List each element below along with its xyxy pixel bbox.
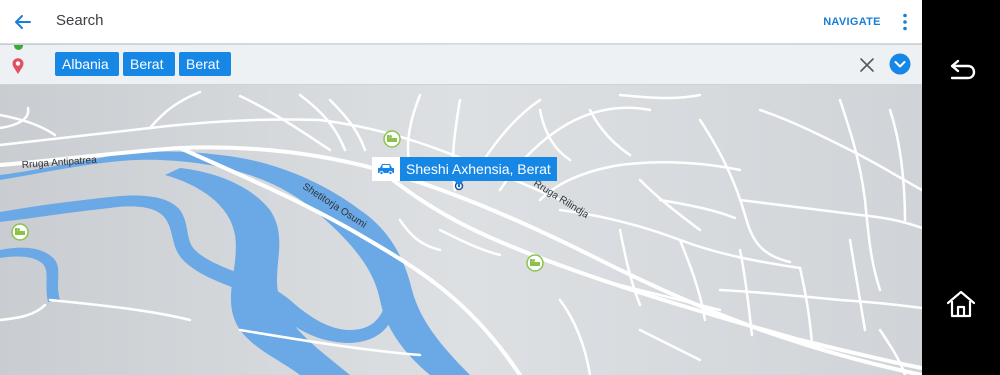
- poi-hotel-icon[interactable]: [11, 223, 29, 241]
- more-vert-icon[interactable]: [896, 10, 914, 34]
- system-back-icon[interactable]: [944, 54, 978, 88]
- place-label-pointer: [454, 180, 464, 186]
- arrow-left-icon[interactable]: [10, 9, 36, 35]
- search-chip-city[interactable]: Berat: [179, 52, 231, 76]
- system-home-icon[interactable]: [944, 287, 978, 321]
- system-navigation-bar: [922, 0, 1000, 375]
- start-point-icon: [14, 45, 23, 50]
- place-name: Sheshi Axhensia, Berat: [400, 157, 557, 181]
- route-search-bar: Albania Berat Berat: [0, 45, 922, 85]
- poi-hotel-icon[interactable]: [526, 254, 544, 272]
- poi-hotel-icon[interactable]: [383, 130, 401, 148]
- place-label[interactable]: Sheshi Axhensia, Berat: [372, 157, 557, 181]
- top-app-bar: Search NAVIGATE: [0, 0, 922, 44]
- close-icon[interactable]: [856, 54, 878, 76]
- page-title: Search: [56, 12, 104, 29]
- search-chip-region[interactable]: Berat: [123, 52, 175, 76]
- search-chip-country[interactable]: Albania: [55, 52, 119, 76]
- app-window: Rruga Antipatrea Shetitorja Osumi Rruga …: [0, 0, 922, 375]
- chevron-down-icon[interactable]: [889, 53, 911, 75]
- car-icon: [372, 157, 400, 181]
- destination-pin-icon: [11, 57, 25, 75]
- navigate-button[interactable]: NAVIGATE: [814, 8, 890, 36]
